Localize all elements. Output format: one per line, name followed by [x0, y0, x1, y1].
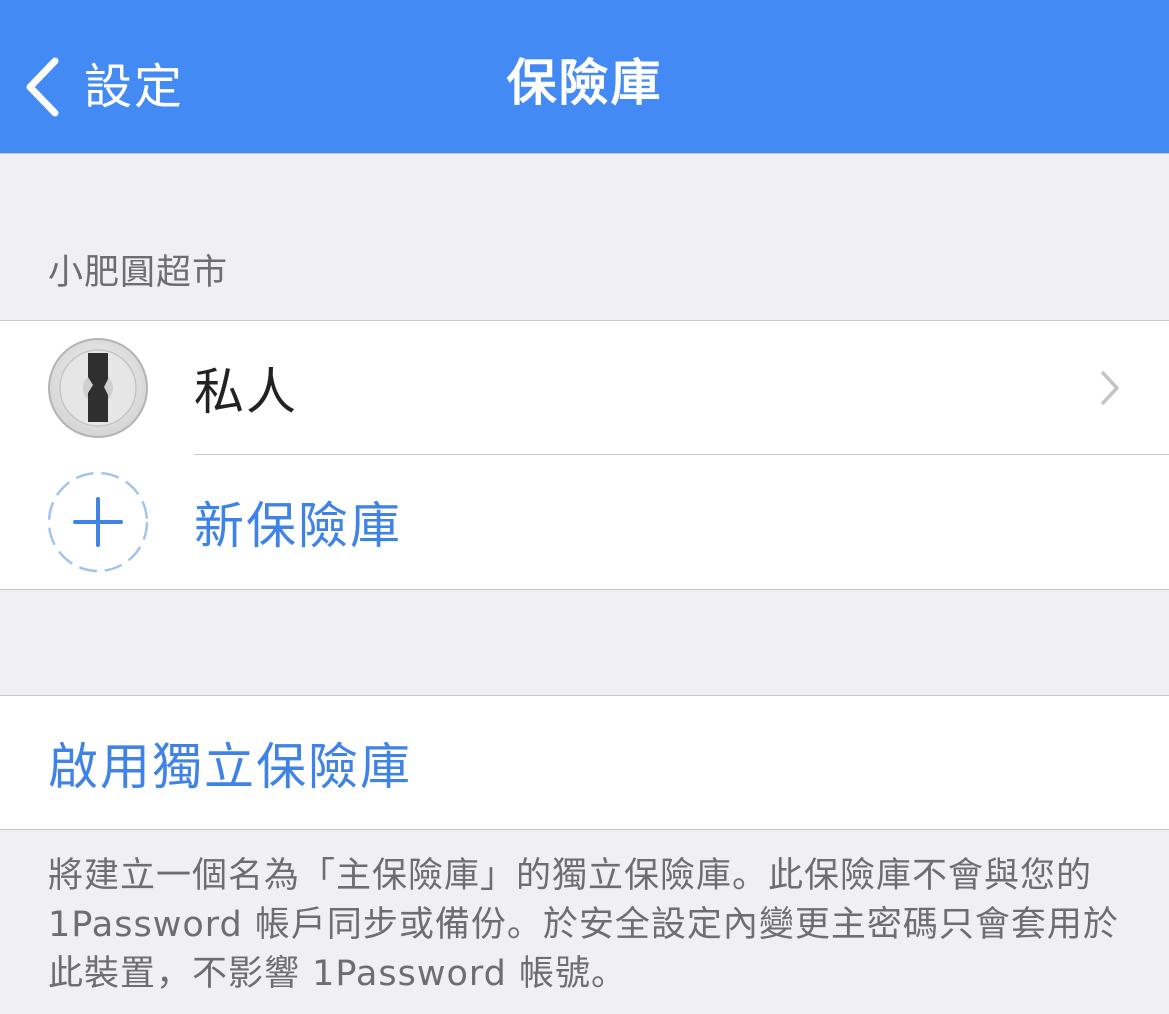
enable-standalone-vault-button[interactable]: 啟用獨立保險庫: [0, 696, 1169, 829]
chevron-right-icon: [1101, 371, 1119, 405]
vault-row-personal[interactable]: 私人: [0, 321, 1169, 455]
1password-keyhole-icon: [48, 338, 148, 438]
page-title: 保險庫: [506, 54, 663, 112]
new-vault-button[interactable]: 新保險庫: [0, 455, 1169, 589]
section-header-account: 小肥圓超市: [48, 253, 229, 293]
standalone-vault-description: 將建立一個名為「主保險庫」的獨立保險庫。此保險庫不會與您的 1Password …: [48, 856, 1119, 994]
plus-dashed-circle-icon: [47, 471, 149, 573]
navigation-bar: 設定 保險庫: [0, 0, 1169, 154]
new-vault-label: 新保險庫: [194, 497, 402, 555]
vault-list: 私人 新保險庫: [0, 320, 1169, 590]
enable-standalone-vault-label: 啟用獨立保險庫: [48, 737, 412, 796]
standalone-group: 啟用獨立保險庫: [0, 695, 1169, 830]
vault-name: 私人: [194, 363, 298, 421]
